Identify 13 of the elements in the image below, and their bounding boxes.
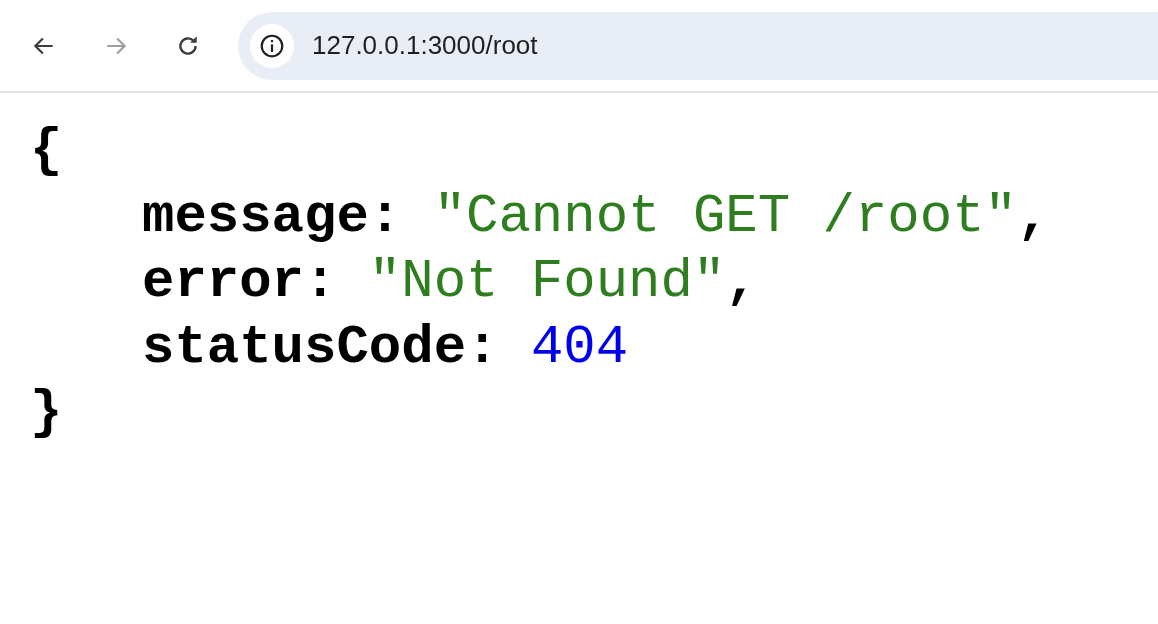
json-key: statusCode:: [142, 316, 499, 378]
json-string-value: "Not Found": [368, 251, 726, 312]
comma: ,: [725, 251, 758, 312]
json-key: error:: [142, 251, 337, 312]
open-brace: {: [30, 120, 63, 181]
url-text: 127.0.0.1:3000/root: [312, 29, 538, 62]
json-string-value: "Cannot GET /root": [433, 185, 1017, 247]
address-bar[interactable]: 127.0.0.1:3000/root: [238, 11, 1158, 80]
json-number-value: 404: [530, 316, 629, 378]
close-brace: }: [30, 382, 63, 443]
json-key: message:: [142, 185, 402, 247]
info-icon[interactable]: [250, 23, 294, 68]
comma: ,: [1016, 185, 1050, 247]
